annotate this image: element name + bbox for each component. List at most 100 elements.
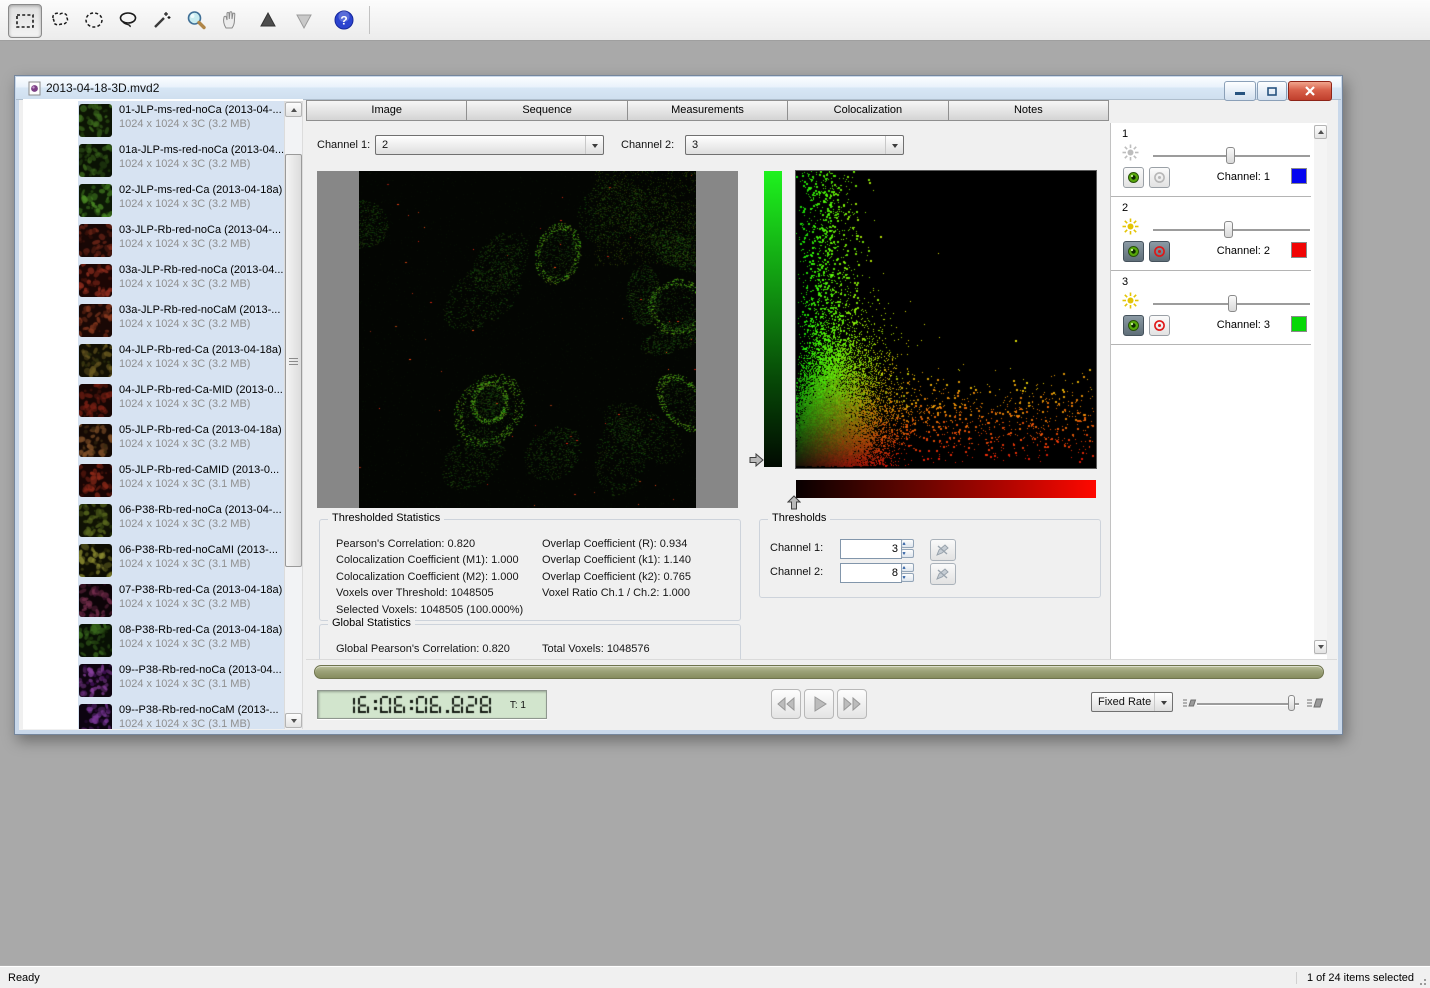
channel-solo-toggle[interactable] [1149,241,1170,262]
list-item[interactable]: 03-JLP-Rb-red-noCa (2013-04-... 1024 x 1… [78,221,284,261]
item-title: 05-JLP-Rb-red-Ca (2013-04-18a) [119,424,282,436]
list-item[interactable]: 05-JLP-Rb-red-CaMID (2013-0... 1024 x 10… [78,461,284,501]
list-item[interactable]: 06-P38-Rb-red-noCaMI (2013-... 1024 x 10… [78,541,284,581]
microscopy-image[interactable] [359,171,696,508]
list-item[interactable]: 02-JLP-ms-red-Ca (2013-04-18a) 1024 x 10… [78,181,284,221]
dropdown-button[interactable] [885,136,903,154]
group-title: Thresholds [768,512,830,524]
play-button[interactable] [804,689,834,719]
move-down-button[interactable] [288,4,320,36]
restore-button[interactable] [1257,81,1287,101]
window-titlebar[interactable]: 2013-04-18-3D.mvd2 [16,77,1341,100]
list-item[interactable]: 03a-JLP-Rb-red-noCaM (2013-... 1024 x 10… [78,301,284,341]
image-viewer[interactable] [317,171,738,508]
brightness-slider-handle[interactable] [1224,221,1233,238]
scroll-up-button[interactable] [1314,125,1327,139]
spin-down-button[interactable] [901,573,914,582]
channel-2-intensity-ramp [796,480,1096,498]
freehand-selection-tool-button[interactable] [44,4,76,36]
channel-1-threshold-marker[interactable] [749,453,764,470]
brightness-slider-handle[interactable] [1228,295,1237,312]
channel-color-swatch[interactable] [1291,316,1307,332]
channel-visibility-toggle[interactable] [1123,315,1144,336]
channel-1-threshold-input[interactable] [840,539,902,559]
channel-2-threshold-marker[interactable] [787,495,801,513]
list-item[interactable]: 08-P38-Rb-red-Ca (2013-04-18a) 1024 x 10… [78,621,284,661]
tab-measurements[interactable]: Measurements [628,101,788,120]
list-item[interactable]: 03a-JLP-Rb-red-noCa (2013-04... 1024 x 1… [78,261,284,301]
eye-icon [1127,319,1140,332]
list-item[interactable]: 09--P38-Rb-red-noCaM (2013-... 1024 x 10… [78,701,284,729]
colocalization-scatterplot[interactable] [796,171,1096,468]
scroll-up-button[interactable] [285,102,302,117]
channel-solo-toggle[interactable] [1149,315,1170,336]
panel-scrollbar[interactable] [1314,125,1327,655]
move-up-button[interactable] [252,4,284,36]
channel-solo-toggle[interactable] [1149,167,1170,188]
list-item[interactable]: 07-P38-Rb-red-Ca (2013-04-18a) 1024 x 10… [78,581,284,621]
speed-slider-track[interactable] [1197,703,1299,705]
scrollbar-thumb[interactable] [285,154,302,567]
speed-slider-handle[interactable] [1288,695,1295,711]
step-forward-button[interactable] [837,689,867,719]
list-item[interactable]: 06-P38-Rb-red-noCa (2013-04-... 1024 x 1… [78,501,284,541]
sidebar-scrollbar[interactable] [284,101,303,729]
close-button[interactable] [1288,81,1332,101]
stat-line: Global Pearson's Correlation: 0.820 [336,641,510,657]
elliptical-selection-tool-button[interactable] [78,4,110,36]
channel-visibility-toggle[interactable] [1123,167,1144,188]
item-subtitle: 1024 x 1024 x 3C (3.2 MB) [119,398,283,410]
scroll-down-button[interactable] [1314,640,1327,654]
tab-notes[interactable]: Notes [949,101,1108,120]
pan-tool-button[interactable] [214,4,246,36]
list-item[interactable]: 01a-JLP-ms-red-noCa (2013-04... 1024 x 1… [78,141,284,181]
brightness-sun-icon[interactable] [1122,218,1139,238]
channel-2-section: 2 Channel: 2 [1111,197,1311,271]
channel-color-swatch[interactable] [1291,242,1307,258]
channel-2-threshold-stepper[interactable] [901,563,914,583]
playback-rate-select[interactable]: Fixed Rate [1091,692,1173,712]
channel-1-threshold-pick-button[interactable] [930,539,956,561]
channel-1-select[interactable]: 2 [375,135,604,155]
dropdown-button[interactable] [1154,693,1172,711]
channel-2-threshold-pick-button[interactable] [930,563,956,585]
list-item[interactable]: 01-JLP-ms-red-noCa (2013-04-... 1024 x 1… [78,101,284,141]
dropdown-button[interactable] [585,136,603,154]
channel-visibility-toggle[interactable] [1123,241,1144,262]
help-button[interactable]: ? [328,4,360,36]
channel-1-threshold-stepper[interactable] [901,539,914,559]
item-subtitle: 1024 x 1024 x 3C (3.2 MB) [119,358,282,370]
scroll-down-button[interactable] [285,713,302,728]
list-item[interactable]: 04-JLP-Rb-red-Ca (2013-04-18a) 1024 x 10… [78,341,284,381]
rewind-icon [774,696,798,712]
tab-image[interactable]: Image [307,101,467,120]
timeline-scrubber[interactable] [314,665,1324,679]
tab-sequence[interactable]: Sequence [467,101,627,120]
channel-2-select[interactable]: 3 [685,135,904,155]
magic-wand-tool-button[interactable] [146,4,178,36]
channel-2-threshold-input[interactable] [840,563,902,583]
item-title: 06-P38-Rb-red-noCa (2013-04-... [119,504,282,516]
step-back-button[interactable] [771,689,801,719]
zoom-tool-button[interactable] [180,4,212,36]
minimize-button[interactable] [1224,81,1256,101]
brightness-slider-handle[interactable] [1226,147,1235,164]
item-title: 06-P38-Rb-red-noCaMI (2013-... [119,544,278,556]
item-thumbnail [79,424,112,457]
spin-down-button[interactable] [901,549,914,558]
rectangular-selection-tool-button[interactable] [8,4,42,38]
list-item[interactable]: 05-JLP-Rb-red-Ca (2013-04-18a) 1024 x 10… [78,421,284,461]
brightness-sun-icon[interactable] [1122,292,1139,312]
item-subtitle: 1024 x 1024 x 3C (3.2 MB) [119,198,282,210]
channel-color-swatch[interactable] [1291,168,1307,184]
stat-line: Voxel Ratio Ch.1 / Ch.2: 1.000 [542,585,691,601]
down-arrow-icon [293,9,315,31]
list-item[interactable]: 09--P38-Rb-red-noCa (2013-04... 1024 x 1… [78,661,284,701]
spin-up-button[interactable] [901,563,914,572]
brightness-sun-icon[interactable] [1122,144,1139,164]
list-item[interactable]: 04-JLP-Rb-red-Ca-MID (2013-0... 1024 x 1… [78,381,284,421]
tab-colocalization[interactable]: Colocalization [788,101,948,120]
lasso-tool-button[interactable] [112,4,144,36]
item-thumbnail [79,184,112,217]
spin-up-button[interactable] [901,539,914,548]
